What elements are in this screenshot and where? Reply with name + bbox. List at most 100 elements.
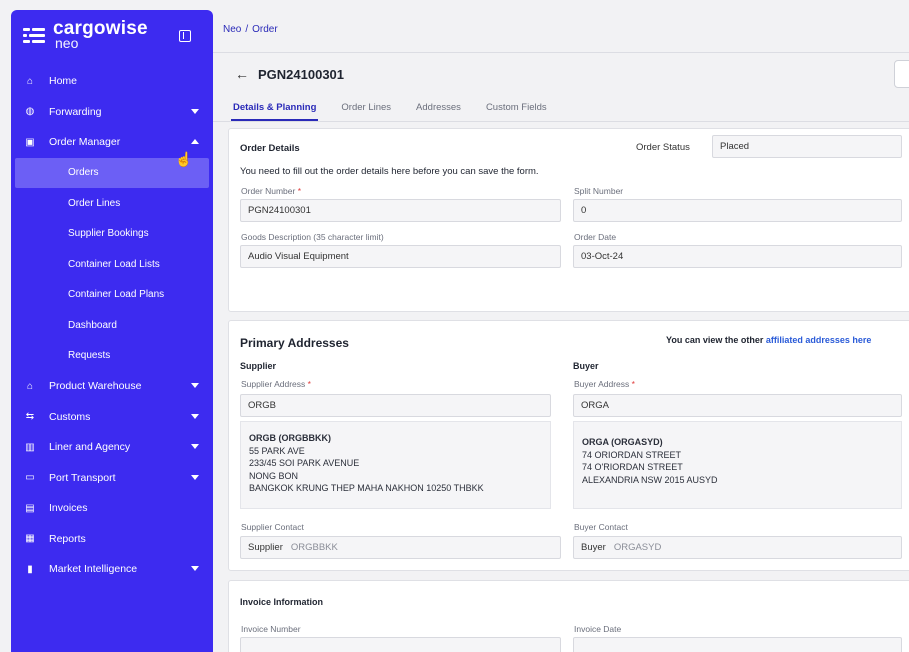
sidebar-item-product-warehouse[interactable]: ⌂ Product Warehouse: [11, 371, 213, 402]
supplier-address-field[interactable]: ORGB: [240, 394, 551, 417]
buyer-org-name: ORGA (ORGASYD): [582, 437, 663, 447]
supplier-contact-field[interactable]: Supplier ORGBBKK: [240, 536, 561, 559]
truck-icon: ▭: [25, 472, 35, 484]
brand-sub: neo: [55, 35, 79, 51]
breadcrumb-separator: /: [245, 24, 249, 35]
page-title: PGN24100301: [258, 67, 345, 82]
sidebar-item-label: Invoices: [49, 502, 88, 515]
buyer-address-field[interactable]: ORGA: [573, 394, 902, 417]
sidebar-subitem-supplier-bookings[interactable]: Supplier Bookings: [11, 219, 213, 250]
back-arrow-icon[interactable]: ←: [235, 66, 249, 82]
sidebar-item-label: Reports: [49, 532, 86, 545]
main-content: Neo / Order ← PGN24100301 Details & Planni…: [213, 0, 909, 652]
invoice-date-field[interactable]: [573, 637, 902, 652]
buyer-contact-value: ORGASYD: [613, 542, 662, 553]
invoice-information-card: Invoice Information Invoice Number Invoi…: [228, 580, 909, 652]
invoice-date-label: Invoice Date: [574, 624, 622, 634]
collapse-sidebar-icon[interactable]: [179, 30, 191, 42]
home-icon: ⌂: [26, 75, 34, 87]
divider: [213, 52, 909, 53]
affiliated-addresses-link[interactable]: affiliated addresses here: [766, 335, 872, 345]
sidebar-item-forwarding[interactable]: ◍ Forwarding: [11, 97, 213, 128]
sidebar-subitem-order-lines[interactable]: Order Lines: [11, 188, 213, 219]
hand-cursor-icon: ☝: [175, 151, 193, 167]
divider: [213, 121, 909, 122]
sidebar-subitem-dashboard[interactable]: Dashboard: [11, 310, 213, 341]
tab-addresses[interactable]: Addresses: [414, 100, 463, 121]
brand-name: cargowise: [53, 18, 148, 39]
split-number-field[interactable]: 0: [573, 199, 902, 222]
order-number-field[interactable]: PGN24100301: [240, 199, 561, 222]
affiliated-note-prefix: You can view the other: [666, 335, 764, 345]
buyer-address-line: 74 ORIORDAN STREET: [582, 449, 682, 460]
primary-addresses-card: Primary Addresses You can view the other…: [228, 320, 909, 571]
order-details-card: Order Details Order Status Placed You ne…: [228, 128, 909, 312]
order-date-field[interactable]: 03-Oct-24: [573, 245, 902, 268]
chevron-down-icon: [191, 474, 199, 480]
tab-details-planning[interactable]: Details & Planning: [231, 100, 319, 121]
primary-addresses-title: Primary Addresses: [240, 336, 349, 350]
buyer-address-block: ORGA (ORGASYD) 74 ORIORDAN STREET 74 O'R…: [573, 421, 902, 509]
buyer-address-label: Buyer Address *: [574, 379, 635, 389]
supplier-address-label-text: Supplier Address: [241, 379, 306, 389]
customs-icon: ⇆: [25, 411, 35, 423]
breadcrumb-current: Order: [252, 24, 278, 35]
sidebar-subitem-label: Container Load Plans: [68, 289, 165, 301]
sidebar-item-label: Market Intelligence: [49, 563, 138, 576]
sidebar-item-market-intelligence[interactable]: ▮ Market Intelligence: [11, 554, 213, 585]
sidebar-subitem-container-load-plans[interactable]: Container Load Plans: [11, 280, 213, 311]
sidebar-item-label: Customs: [49, 410, 91, 423]
invoice-information-title: Invoice Information: [240, 597, 324, 607]
order-details-title: Order Details: [240, 143, 300, 154]
sidebar-subitem-requests[interactable]: Requests: [11, 341, 213, 372]
affiliated-addresses-note: You can view the other affiliated addres…: [666, 335, 871, 345]
chevron-down-icon: [191, 108, 199, 114]
invoice-icon: ▤: [25, 502, 35, 514]
sidebar-subitem-container-load-lists[interactable]: Container Load Lists: [11, 249, 213, 280]
sidebar-nav: ⌂ Home ◍ Forwarding ▣ Order Manager Orde…: [11, 66, 213, 585]
warehouse-icon: ⌂: [26, 380, 34, 392]
order-status-field[interactable]: Placed: [712, 135, 902, 158]
sidebar-subitem-label: Order Lines: [68, 197, 121, 209]
sidebar: cargowise neo ⌂ Home ◍ Forwarding ▣ Orde…: [11, 10, 213, 652]
sidebar-item-label: Forwarding: [49, 105, 102, 118]
sidebar-item-label: Order Manager: [49, 136, 121, 149]
sidebar-item-liner-and-agency[interactable]: ▥ Liner and Agency: [11, 432, 213, 463]
clipboard-icon: ▣: [25, 136, 35, 148]
tab-bar: Details & Planning Order Lines Addresses…: [231, 100, 570, 121]
supplier-address-line: 233/45 SOI PARK AVENUE: [249, 458, 360, 468]
buyer-address-line: 74 O'RIORDAN STREET: [582, 462, 683, 472]
order-details-notice: You need to fill out the order details h…: [240, 166, 539, 177]
sidebar-subitem-label: Supplier Bookings: [68, 228, 149, 240]
brand-logo[interactable]: cargowise neo: [23, 18, 148, 51]
sidebar-item-reports[interactable]: ▦ Reports: [11, 524, 213, 555]
chevron-down-icon: [191, 444, 199, 449]
supplier-org-name: ORGB (ORGBBKK): [249, 433, 331, 443]
supplier-address-block: ORGB (ORGBBKK) 55 PARK AVE 233/45 SOI PA…: [240, 421, 551, 509]
tab-custom-fields[interactable]: Custom Fields: [484, 100, 549, 121]
sidebar-item-label: Port Transport: [49, 471, 116, 484]
goods-description-label: Goods Description (35 character limit): [241, 232, 384, 242]
buyer-heading: Buyer: [573, 361, 599, 371]
sidebar-item-label: Liner and Agency: [49, 441, 131, 454]
sidebar-item-home[interactable]: ⌂ Home: [11, 66, 213, 97]
invoice-number-field[interactable]: [240, 637, 561, 652]
breadcrumb-root[interactable]: Neo: [223, 24, 241, 35]
sidebar-item-label: Home: [49, 75, 78, 88]
invoice-number-label: Invoice Number: [241, 624, 301, 634]
liner-icon: ▥: [25, 441, 35, 453]
goods-description-field[interactable]: Audio Visual Equipment: [240, 245, 561, 268]
sidebar-item-customs[interactable]: ⇆ Customs: [11, 402, 213, 433]
buyer-contact-prefix: Buyer: [581, 542, 606, 553]
buyer-address-line: ALEXANDRIA NSW 2015 AUSYD: [582, 474, 718, 485]
sidebar-item-port-transport[interactable]: ▭ Port Transport: [11, 463, 213, 494]
sidebar-subitem-label: Orders: [68, 167, 99, 179]
header-action-button[interactable]: [894, 60, 909, 88]
supplier-contact-label: Supplier Contact: [241, 522, 304, 532]
breadcrumb: Neo / Order: [223, 24, 278, 35]
sidebar-item-invoices[interactable]: ▤ Invoices: [11, 493, 213, 524]
tab-order-lines[interactable]: Order Lines: [339, 100, 393, 121]
buyer-contact-field[interactable]: Buyer ORGASYD: [573, 536, 902, 559]
supplier-heading: Supplier: [240, 361, 277, 371]
cargowise-logo-icon: [23, 25, 45, 47]
